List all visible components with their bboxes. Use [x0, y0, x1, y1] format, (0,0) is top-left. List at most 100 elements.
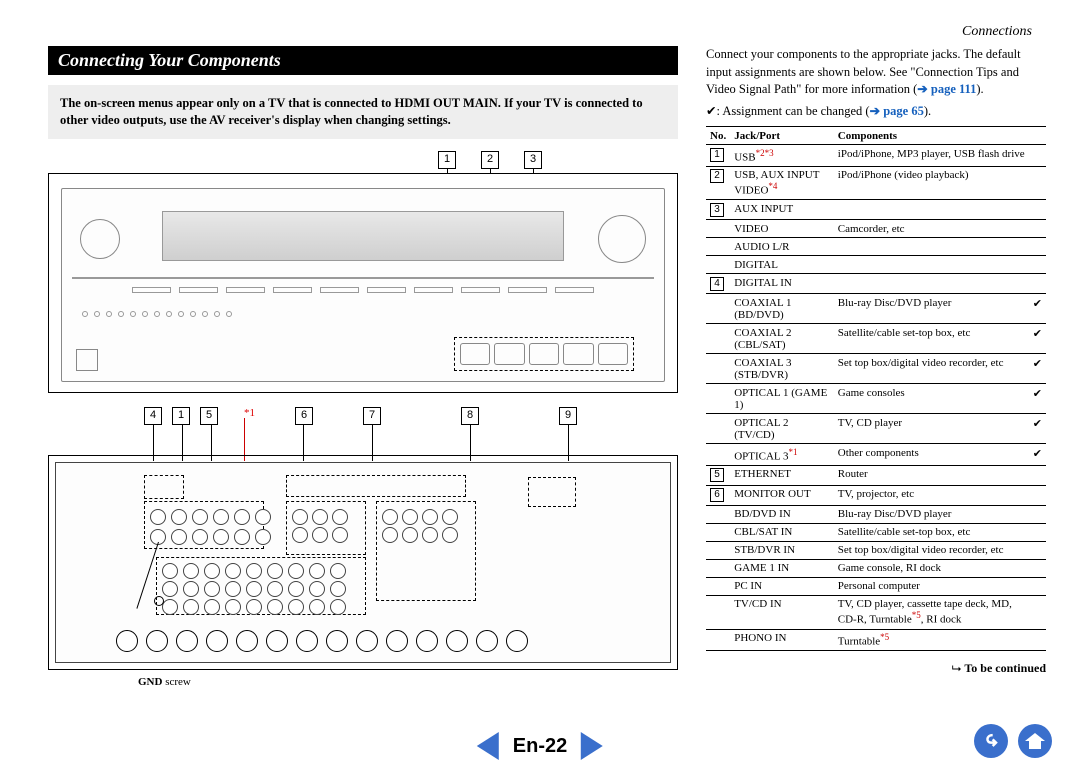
- legend-text: : Assignment can be changed (: [716, 104, 869, 118]
- cell-tick: [1029, 577, 1046, 595]
- table-row: BD/DVD INBlu-ray Disc/DVD player: [706, 505, 1046, 523]
- cell-components: iPod/iPhone (video playback): [834, 166, 1029, 200]
- cell-jack: CBL/SAT IN: [730, 523, 834, 541]
- cell-jack: AUDIO L/R: [730, 238, 834, 256]
- cell-tick: [1029, 595, 1046, 629]
- table-row: 5ETHERNETRouter: [706, 465, 1046, 485]
- cell-no: [706, 414, 730, 444]
- cell-no: [706, 595, 730, 629]
- callout-6: 6: [295, 407, 313, 425]
- important-note: The on-screen menus appear only on a TV …: [48, 85, 678, 139]
- table-row: DIGITAL: [706, 256, 1046, 274]
- components-table: No. Jack/Port Components 1USB*2*3iPod/iP…: [706, 126, 1046, 651]
- page-number: En-22: [513, 735, 567, 758]
- cell-no: [706, 559, 730, 577]
- cell-tick: [1029, 629, 1046, 651]
- cell-tick: ✔: [1029, 294, 1046, 324]
- page-link-65[interactable]: ➔ page 65: [870, 104, 924, 118]
- cell-jack: PHONO IN: [730, 629, 834, 651]
- cell-components: Router: [834, 465, 1029, 485]
- table-row: COAXIAL 2 (CBL/SAT)Satellite/cable set-t…: [706, 324, 1046, 354]
- cell-jack: DIGITAL IN: [730, 274, 834, 294]
- cell-no: [706, 384, 730, 414]
- next-page-button[interactable]: [581, 732, 603, 760]
- table-row: PC INPersonal computer: [706, 577, 1046, 595]
- callout-1: 1: [438, 151, 456, 169]
- cell-no: 5: [706, 465, 730, 485]
- cell-tick: [1029, 274, 1046, 294]
- th-tick: [1029, 127, 1046, 145]
- table-row: OPTICAL 2 (TV/CD)TV, CD player✔: [706, 414, 1046, 444]
- table-row: STB/DVR INSet top box/digital video reco…: [706, 541, 1046, 559]
- prev-page-button[interactable]: [477, 732, 499, 760]
- cell-jack: BD/DVD IN: [730, 505, 834, 523]
- cell-no: 3: [706, 200, 730, 220]
- cell-components: TV, CD player, cassette tape deck, MD, C…: [834, 595, 1029, 629]
- cell-tick: [1029, 238, 1046, 256]
- table-row: COAXIAL 3 (STB/DVR)Set top box/digital v…: [706, 354, 1046, 384]
- home-icon: [1025, 733, 1045, 749]
- back-button[interactable]: [974, 724, 1008, 758]
- cell-components: Other components: [834, 444, 1029, 466]
- front-panel-illustration: [48, 173, 678, 393]
- cell-no: [706, 629, 730, 651]
- cell-jack: VIDEO: [730, 220, 834, 238]
- cell-no: 4: [706, 274, 730, 294]
- table-row: OPTICAL 3*1Other components✔: [706, 444, 1046, 466]
- note-bold: HDMI OUT MAIN.: [395, 96, 501, 110]
- cell-tick: [1029, 220, 1046, 238]
- to-be-continued: To be continued: [706, 661, 1046, 676]
- intro-paragraph: Connect your components to the appropria…: [706, 46, 1046, 99]
- cell-components: Camcorder, etc: [834, 220, 1029, 238]
- page-link-111[interactable]: ➔ page 111: [917, 82, 976, 96]
- cell-components: Satellite/cable set-top box, etc: [834, 324, 1029, 354]
- cell-components: Personal computer: [834, 577, 1029, 595]
- rear-panel-illustration: [48, 455, 678, 670]
- home-button[interactable]: [1018, 724, 1052, 758]
- cell-jack: COAXIAL 1 (BD/DVD): [730, 294, 834, 324]
- cell-jack: OPTICAL 2 (TV/CD): [730, 414, 834, 444]
- cell-jack: COAXIAL 2 (CBL/SAT): [730, 324, 834, 354]
- cell-jack: GAME 1 IN: [730, 559, 834, 577]
- cell-tick: [1029, 541, 1046, 559]
- left-column: Connecting Your Components The on-screen…: [48, 46, 678, 688]
- cell-jack: OPTICAL 3*1: [730, 444, 834, 466]
- cell-tick: [1029, 256, 1046, 274]
- cell-no: [706, 256, 730, 274]
- cell-no: 2: [706, 166, 730, 200]
- table-row: 1USB*2*3iPod/iPhone, MP3 player, USB fla…: [706, 145, 1046, 167]
- table-row: OPTICAL 1 (GAME 1)Game consoles✔: [706, 384, 1046, 414]
- cell-tick: [1029, 523, 1046, 541]
- table-row: 4DIGITAL IN: [706, 274, 1046, 294]
- cell-jack: DIGITAL: [730, 256, 834, 274]
- cell-no: [706, 220, 730, 238]
- cell-tick: [1029, 485, 1046, 505]
- cell-components: iPod/iPhone, MP3 player, USB flash drive: [834, 145, 1029, 167]
- table-row: 6MONITOR OUTTV, projector, etc: [706, 485, 1046, 505]
- cell-tick: [1029, 559, 1046, 577]
- breadcrumb: Connections: [962, 24, 1032, 40]
- cell-jack: STB/DVR IN: [730, 541, 834, 559]
- cell-jack: MONITOR OUT: [730, 485, 834, 505]
- cell-no: [706, 444, 730, 466]
- cell-jack: AUX INPUT: [730, 200, 834, 220]
- table-row: PHONO INTurntable*5: [706, 629, 1046, 651]
- cell-components: [834, 274, 1029, 294]
- cell-components: [834, 238, 1029, 256]
- th-no: No.: [706, 127, 730, 145]
- cell-components: Satellite/cable set-top box, etc: [834, 523, 1029, 541]
- ref-star-1: *1: [244, 407, 255, 425]
- callout-4: 4: [144, 407, 162, 425]
- table-row: AUDIO L/R: [706, 238, 1046, 256]
- cell-no: [706, 294, 730, 324]
- cell-tick: ✔: [1029, 444, 1046, 466]
- table-row: 3AUX INPUT: [706, 200, 1046, 220]
- gnd-bold: GND: [138, 676, 162, 688]
- table-row: CBL/SAT INSatellite/cable set-top box, e…: [706, 523, 1046, 541]
- th-comp: Components: [834, 127, 1029, 145]
- table-row: GAME 1 INGame console, RI dock: [706, 559, 1046, 577]
- cell-tick: [1029, 200, 1046, 220]
- cell-components: Game consoles: [834, 384, 1029, 414]
- cell-components: Game console, RI dock: [834, 559, 1029, 577]
- cell-components: TV, projector, etc: [834, 485, 1029, 505]
